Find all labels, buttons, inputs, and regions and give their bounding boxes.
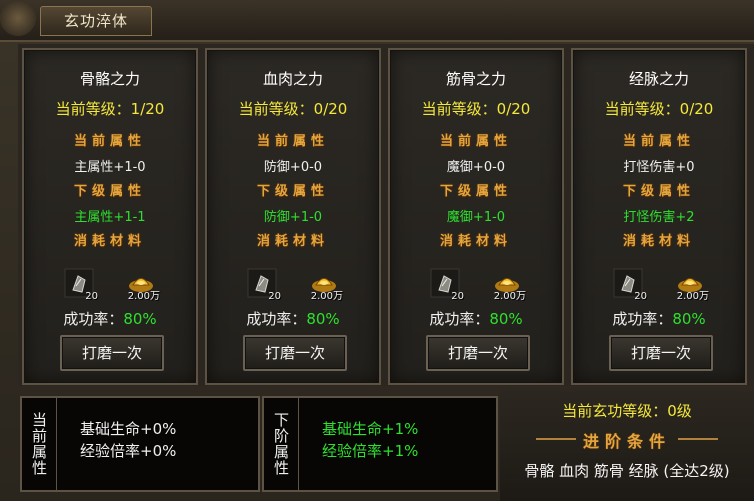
success-rate-label: 成功率： (246, 310, 307, 328)
card-level: 当前等级：1/20 (55, 100, 165, 118)
success-rate: 成功率：80% (573, 308, 745, 329)
card-name: 骨骼之力 (79, 70, 140, 88)
success-rate-label: 成功率： (63, 310, 124, 328)
next-attr-value: 打怪伤害+2 (623, 210, 695, 225)
success-rate-label: 成功率： (612, 310, 673, 328)
gold-count: 2.00万 (127, 291, 160, 302)
material-stone-count: 20 (268, 291, 281, 302)
success-rate: 成功率：80% (24, 308, 196, 329)
gold-count: 2.00万 (493, 291, 526, 302)
next-attributes-label: 下阶属性 (264, 398, 299, 490)
material-stone-icon[interactable]: 20 (247, 268, 281, 302)
current-attr-header: 当前属性 (439, 134, 512, 149)
material-header: 消耗材料 (256, 234, 329, 249)
advance-header: 进阶条件 (582, 432, 671, 451)
next-attr-line-2: 经验倍率+1% (322, 442, 419, 460)
current-attr-header: 当前属性 (622, 134, 695, 149)
success-rate-label: 成功率： (429, 310, 490, 328)
success-rate: 成功率：80% (207, 308, 379, 329)
current-attr-value: 主属性+1-0 (74, 160, 146, 175)
current-attr-header: 当前属性 (73, 134, 146, 149)
current-attr-value: 打怪伤害+0 (623, 160, 695, 175)
card-name: 筋骨之力 (445, 70, 506, 88)
xuangong-level: 当前玄功等级：0级 (562, 402, 692, 420)
ornament-right-icon (678, 438, 718, 440)
next-attr-line-1: 基础生命+1% (322, 420, 419, 438)
success-rate-value: 80% (672, 310, 706, 328)
current-attributes-label: 当前属性 (22, 398, 57, 490)
game-window: 玄功淬体 骨骼之力 当前等级：1/20 当前属性 主属性+1-0 下级属性 主属… (0, 0, 754, 501)
current-attributes-box: 当前属性 基础生命+0% 经验倍率+0% (20, 396, 260, 492)
window-title-tab[interactable]: 玄功淬体 (40, 6, 152, 36)
next-attr-header: 下级属性 (256, 184, 329, 199)
gold-ingot-icon[interactable]: 2.00万 (492, 268, 526, 302)
next-attr-value: 防御+1-0 (263, 210, 323, 225)
success-rate-value: 80% (306, 310, 340, 328)
gold-ingot-icon[interactable]: 2.00万 (126, 268, 160, 302)
card-bone: 骨骼之力 当前等级：1/20 当前属性 主属性+1-0 下级属性 主属性+1-1… (22, 48, 198, 385)
success-rate-value: 80% (123, 310, 157, 328)
card-level: 当前等级：0/20 (604, 100, 714, 118)
material-stone-count: 20 (634, 291, 647, 302)
current-attr-line-1: 基础生命+0% (80, 420, 177, 438)
card-level: 当前等级：0/20 (238, 100, 348, 118)
success-rate-value: 80% (489, 310, 523, 328)
current-attr-header: 当前属性 (256, 134, 329, 149)
material-header: 消耗材料 (622, 234, 695, 249)
gold-ingot-icon[interactable]: 2.00万 (309, 268, 343, 302)
polish-button[interactable]: 打磨一次 (60, 335, 164, 371)
gold-count: 2.00万 (310, 291, 343, 302)
success-rate: 成功率：80% (390, 308, 562, 329)
gold-ingot-icon[interactable]: 2.00万 (675, 268, 709, 302)
material-stone-icon[interactable]: 20 (430, 268, 464, 302)
current-attr-value: 魔御+0-0 (446, 160, 506, 175)
material-stone-icon[interactable]: 20 (613, 268, 647, 302)
current-attr-line-2: 经验倍率+0% (80, 442, 177, 460)
card-flesh: 血肉之力 当前等级：0/20 当前属性 防御+0-0 下级属性 防御+1-0 消… (205, 48, 381, 385)
next-attributes-box: 下阶属性 基础生命+1% 经验倍率+1% (262, 396, 498, 492)
title-bar: 玄功淬体 (0, 0, 754, 42)
card-level: 当前等级：0/20 (421, 100, 531, 118)
next-attr-header: 下级属性 (622, 184, 695, 199)
material-stone-icon[interactable]: 20 (64, 268, 98, 302)
card-sinew: 筋骨之力 当前等级：0/20 当前属性 魔御+0-0 下级属性 魔御+1-0 消… (388, 48, 564, 385)
material-header: 消耗材料 (439, 234, 512, 249)
card-meridian: 经脉之力 当前等级：0/20 当前属性 打怪伤害+0 下级属性 打怪伤害+2 消… (571, 48, 747, 385)
card-name: 经脉之力 (628, 70, 689, 88)
polish-button[interactable]: 打磨一次 (609, 335, 713, 371)
gold-count: 2.00万 (676, 291, 709, 302)
material-header: 消耗材料 (73, 234, 146, 249)
card-name: 血肉之力 (262, 70, 323, 88)
polish-button[interactable]: 打磨一次 (426, 335, 530, 371)
corner-ornament-icon (0, 0, 38, 40)
material-stone-count: 20 (451, 291, 464, 302)
next-attr-value: 魔御+1-0 (446, 210, 506, 225)
advance-panel: 当前玄功等级：0级 进阶条件 骨骼 血肉 筋骨 经脉 (全达2级) (500, 388, 754, 501)
advance-requirement: 骨骼 血肉 筋骨 经脉 (全达2级) (524, 462, 730, 480)
current-attr-value: 防御+0-0 (263, 160, 323, 175)
next-attr-value: 主属性+1-1 (74, 210, 146, 225)
next-attr-header: 下级属性 (73, 184, 146, 199)
polish-button[interactable]: 打磨一次 (243, 335, 347, 371)
material-stone-count: 20 (85, 291, 98, 302)
next-attr-header: 下级属性 (439, 184, 512, 199)
